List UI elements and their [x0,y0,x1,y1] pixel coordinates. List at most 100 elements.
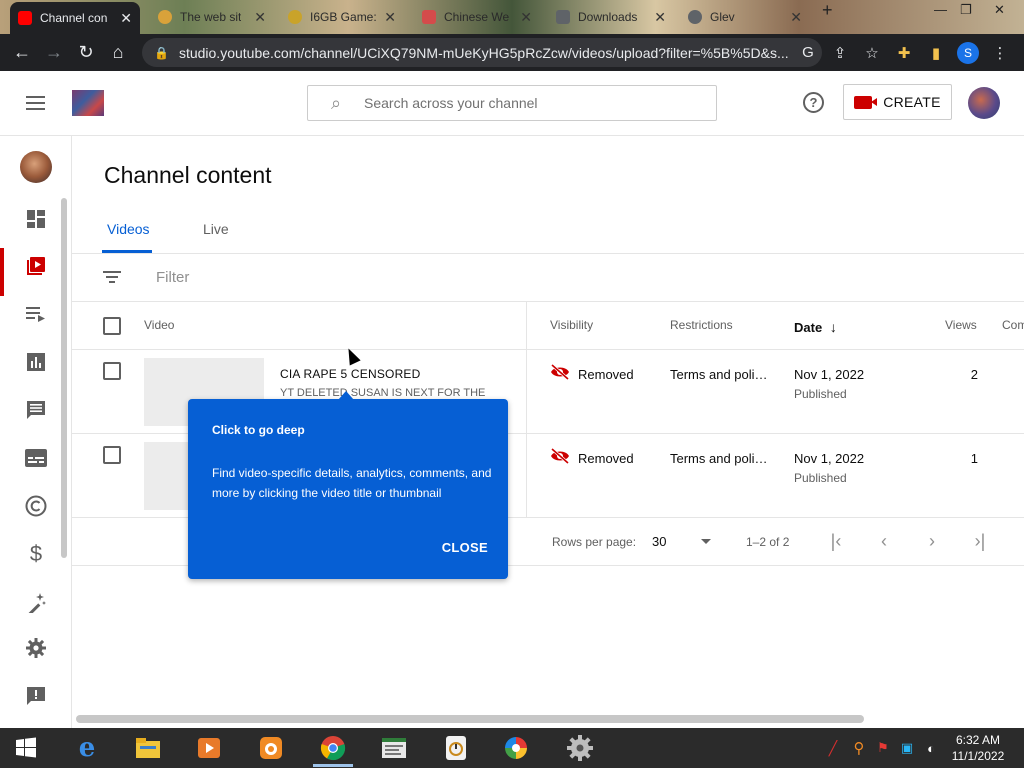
search-icon: ⌕ [330,92,342,113]
browser-menu-icon[interactable]: ⋮ [984,44,1016,62]
internet-explorer-icon[interactable]: e [71,732,103,764]
help-icon[interactable]: ? [803,92,824,113]
page-title: Channel content [104,162,272,188]
restriction-text[interactable]: Terms and poli… [670,367,770,382]
create-label: CREATE [883,94,941,110]
hamburger-menu-icon[interactable] [26,96,45,110]
close-tab-icon[interactable]: ✕ [520,9,532,26]
browser-tab-title: The web sit [180,10,242,24]
horizontal-scrollbar[interactable] [76,715,864,723]
back-icon[interactable]: ← [6,37,38,69]
media-player-icon[interactable] [193,732,225,764]
monitor-tray-icon[interactable]: ▣ [896,732,918,764]
first-page-icon[interactable]: |‹ [824,530,848,554]
volume-tray-icon[interactable]: ◐ [920,732,942,764]
comments-icon [27,401,45,419]
bookmark-star-icon[interactable]: ☆ [856,44,888,62]
create-button[interactable]: CREATE [843,84,952,120]
tooltip-close-button[interactable]: CLOSE [442,540,488,555]
reload-icon[interactable]: ↻ [70,37,102,69]
video-title[interactable]: CIA RAPE 5 CENSORED [280,367,421,381]
forward-icon[interactable]: → [38,37,70,69]
pen-tray-icon[interactable]: ╱ [822,732,844,764]
close-tab-icon[interactable]: ✕ [254,9,266,26]
select-all-checkbox[interactable] [103,317,121,335]
account-avatar[interactable] [968,87,1000,119]
filter-input[interactable]: Filter [156,269,189,286]
close-tab-icon[interactable]: ✕ [120,10,132,27]
browser-profile-avatar[interactable]: S [957,41,979,64]
minimize-icon[interactable]: — [934,2,947,17]
restore-icon[interactable]: ❐ [960,2,972,17]
column-views[interactable]: Views [945,318,977,332]
channel-avatar[interactable] [20,151,52,183]
active-tab-indicator [102,250,152,253]
document-viewer-icon[interactable] [378,732,410,764]
flag-tray-icon[interactable]: ⚑ [872,732,894,764]
chrome-icon[interactable] [317,732,349,764]
close-tab-icon[interactable]: ✕ [790,9,802,26]
sidebar-scrollbar[interactable] [61,198,67,558]
column-date[interactable]: Date ↓ [794,319,837,335]
rows-per-page-select[interactable]: 30 [652,534,666,549]
browser-tab-web-site[interactable]: The web sit ✕ [150,4,274,30]
browser-tab-channel-content[interactable]: Channel con ✕ [10,2,140,34]
magnifier-tray-icon[interactable]: ⚲ [848,732,870,764]
video-date: Nov 1, 2022 [794,367,865,382]
last-page-icon[interactable]: ›| [968,530,992,554]
sidebar-item-customization[interactable] [0,580,72,624]
browser-tab-other[interactable]: Glev ✕ [680,4,810,30]
active-app-indicator [313,764,353,767]
close-tab-icon[interactable]: ✕ [654,9,666,26]
address-bar[interactable]: 🔒 studio.youtube.com/channel/UCiXQ79NM-m… [142,38,822,67]
filter-icon[interactable] [103,271,121,286]
search-input[interactable] [364,95,704,111]
settings-gear-app-icon[interactable] [564,732,596,764]
sidebar-item-feedback[interactable] [0,674,72,718]
channel-logo[interactable] [72,90,104,116]
google-icon[interactable]: G [792,44,824,61]
row-checkbox[interactable] [103,362,121,380]
browser-tab-chinese[interactable]: Chinese We ✕ [414,4,540,30]
color-wheel-app-icon[interactable] [500,732,532,764]
share-icon[interactable]: ⇪ [824,44,856,62]
restriction-text[interactable]: Terms and poli… [670,451,770,466]
chevron-down-icon[interactable] [701,539,711,544]
next-page-icon[interactable]: › [920,530,944,554]
browser-tab-games[interactable]: I6GB Game: ✕ [280,4,404,30]
stopwatch-app-icon[interactable] [440,732,472,764]
browser-tab-downloads[interactable]: Downloads ✕ [548,4,674,30]
row-checkbox[interactable] [103,446,121,464]
column-visibility[interactable]: Visibility [550,318,593,332]
filter-bar: Filter [72,254,1024,302]
browser-tab-title: Chinese We [444,10,510,24]
close-tab-icon[interactable]: ✕ [384,9,396,26]
windows-start-icon[interactable] [10,732,42,764]
video-views: 2 [970,367,978,382]
side-panel-icon[interactable]: ▮ [920,44,952,62]
youtube-favicon-icon [18,11,32,25]
studio-header: ⌕ ? CREATE [0,71,1024,136]
extensions-puzzle-icon[interactable]: ✚ [888,44,920,62]
rows-per-page-label: Rows per page: [552,535,637,549]
file-explorer-icon[interactable] [132,732,164,764]
system-clock[interactable]: 6:32 AM 11/1/2022 [944,732,1012,764]
previous-page-icon[interactable]: ‹ [872,530,896,554]
video-publish-status: Published [794,387,847,401]
tab-videos[interactable]: Videos [107,221,150,237]
column-restrictions[interactable]: Restrictions [670,318,733,332]
uc-browser-icon[interactable] [255,732,287,764]
video-camera-icon [854,95,878,109]
clock-time: 6:32 AM [955,733,1001,747]
site-favicon-icon [158,10,172,24]
feedback-icon [27,687,45,705]
home-icon[interactable]: ⌂ [102,37,134,69]
sidebar: $ [0,136,72,728]
new-tab-icon[interactable]: + [822,0,833,20]
tab-live[interactable]: Live [203,221,229,237]
column-comments[interactable]: Com [1002,318,1024,332]
sidebar-item-settings[interactable] [0,626,72,670]
site-favicon-icon [688,10,702,24]
close-window-icon[interactable]: ✕ [994,2,1005,17]
url-text[interactable]: studio.youtube.com/channel/UCiXQ79NM-mUe… [179,45,789,61]
